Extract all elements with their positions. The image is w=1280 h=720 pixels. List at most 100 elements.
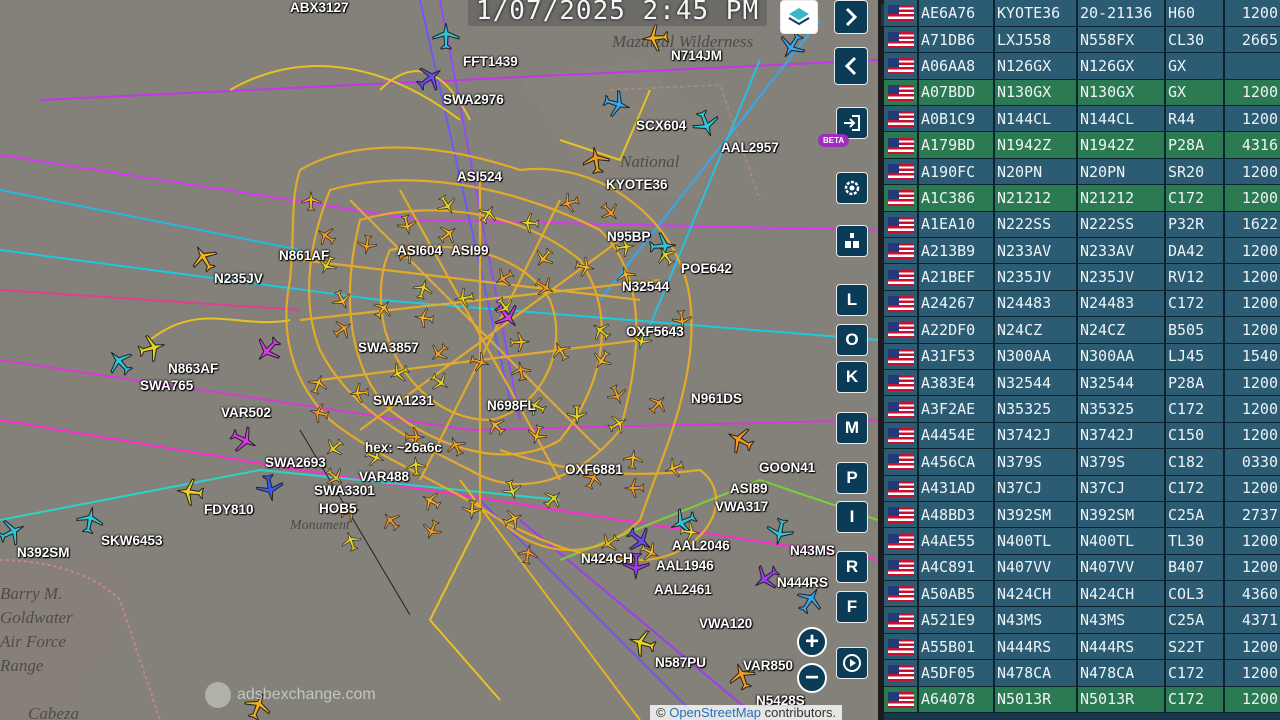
aircraft-label[interactable]: KYOTE36 (606, 177, 668, 192)
toggle-m-button[interactable]: M (836, 412, 868, 444)
aircraft-label[interactable]: SWA2693 (265, 455, 326, 470)
aircraft-label[interactable]: SWA3857 (358, 340, 419, 355)
settings-button[interactable] (836, 172, 868, 204)
aircraft-label[interactable]: ASI604 (397, 243, 442, 258)
aircraft-label[interactable]: SWA2976 (443, 92, 504, 107)
aircraft-marker[interactable] (394, 212, 420, 238)
aircraft-label[interactable]: ABX3127 (290, 0, 349, 15)
aircraft-row[interactable]: A64078 N5013R N5013R C172 1200 (884, 686, 1280, 714)
aircraft-label[interactable]: AAL2461 (654, 582, 712, 597)
aircraft-row[interactable]: A0B1C9 N144CL N144CL R44 1200 (884, 105, 1280, 133)
aircraft-marker[interactable] (355, 233, 380, 258)
aircraft-row[interactable]: A190FC N20PN N20PN SR20 1200 (884, 158, 1280, 186)
aircraft-row[interactable]: A456CA N379S N379S C182 0330 (884, 448, 1280, 476)
aircraft-label[interactable]: N961DS (691, 391, 742, 406)
aircraft-marker[interactable] (253, 471, 288, 506)
aircraft-label[interactable]: VAR488 (359, 469, 409, 484)
aircraft-marker[interactable] (347, 381, 371, 405)
aircraft-label[interactable]: N861AF (279, 248, 329, 263)
aircraft-row[interactable]: A431AD N37CJ N37CJ C172 1200 (884, 475, 1280, 502)
aircraft-row[interactable]: A71DB6 LXJ558 N558FX CL30 2665 (884, 26, 1280, 54)
aircraft-label[interactable]: SWA765 (140, 378, 193, 393)
toggle-k-button[interactable]: K (836, 361, 868, 393)
aircraft-label[interactable]: ASI89 (730, 481, 768, 496)
filter-button[interactable] (836, 225, 868, 257)
aircraft-row[interactable]: A1EA10 N222SS N222SS P32R 1622 (884, 211, 1280, 239)
toggle-f-button[interactable]: F (836, 591, 868, 623)
aircraft-label[interactable]: AAL2957 (721, 140, 779, 155)
map-view[interactable]: Mazatzal Wilderness National Barry M. Go… (0, 0, 878, 720)
aircraft-marker[interactable] (508, 330, 531, 353)
aircraft-label[interactable]: hex: ~26a6c (365, 440, 442, 455)
replay-button[interactable] (836, 647, 868, 679)
aircraft-marker[interactable] (300, 190, 322, 212)
aircraft-row[interactable]: A24267 N24483 N24483 C172 1200 (884, 290, 1280, 318)
aircraft-label[interactable]: VWA120 (699, 616, 752, 631)
toggle-l-button[interactable]: L (836, 284, 868, 316)
collapse-button[interactable] (834, 47, 868, 85)
aircraft-label[interactable]: OXF6881 (565, 462, 623, 477)
aircraft-row[interactable]: A383E4 N32544 N32544 P28A 1200 (884, 369, 1280, 397)
aircraft-marker[interactable] (572, 254, 598, 280)
aircraft-row[interactable]: A1C386 N21212 N21212 C172 1200 (884, 184, 1280, 212)
aircraft-label[interactable]: N32544 (622, 279, 669, 294)
aircraft-row[interactable]: A22DF0 N24CZ N24CZ B505 1200 (884, 316, 1280, 344)
aircraft-marker[interactable] (639, 22, 672, 55)
aircraft-marker[interactable] (517, 211, 540, 234)
zoom-in-button[interactable]: + (797, 627, 827, 657)
aircraft-label[interactable]: HOB5 (319, 501, 357, 516)
toggle-i-button[interactable]: I (836, 501, 868, 533)
aircraft-label[interactable]: FFT1439 (463, 54, 518, 69)
aircraft-row[interactable]: A5DF05 N478CA N478CA C172 1200 (884, 659, 1280, 687)
aircraft-label[interactable]: FDY810 (204, 502, 254, 517)
next-button[interactable] (834, 0, 868, 34)
toggle-p-button[interactable]: P (836, 462, 868, 494)
aircraft-row[interactable]: A4C891 N407VV N407VV B407 1200 (884, 554, 1280, 582)
aircraft-label[interactable]: ASI524 (457, 169, 502, 184)
aircraft-label[interactable]: N43MS (790, 543, 835, 558)
aircraft-label[interactable]: VWA317 (715, 499, 768, 514)
aircraft-label[interactable]: N863AF (168, 361, 218, 376)
aircraft-row[interactable]: A4454E N3742J N3742J C150 1200 (884, 422, 1280, 450)
aircraft-marker[interactable] (515, 541, 541, 567)
aircraft-marker[interactable] (451, 285, 477, 311)
aircraft-marker[interactable] (566, 404, 589, 427)
aircraft-label[interactable]: N444RS (777, 575, 828, 590)
toggle-r-button[interactable]: R (836, 551, 868, 583)
aircraft-label[interactable]: N95BP (607, 229, 651, 244)
aircraft-row[interactable]: A179BD N1942Z N1942Z P28A 4316 (884, 131, 1280, 159)
aircraft-label[interactable]: GOON41 (759, 460, 815, 475)
aircraft-marker[interactable] (623, 477, 645, 499)
aircraft-row[interactable]: A48BD3 N392SM N392SM C25A 2737 (884, 501, 1280, 529)
aircraft-label[interactable]: AAL2046 (672, 538, 730, 553)
aircraft-row[interactable]: A55B01 N444RS N444RS S22T 1200 (884, 633, 1280, 661)
aircraft-marker[interactable] (508, 358, 533, 383)
toggle-o-button[interactable]: O (836, 324, 868, 356)
aircraft-label[interactable]: SCX604 (636, 118, 686, 133)
zoom-out-button[interactable]: − (797, 663, 827, 693)
aircraft-label[interactable]: SKW6453 (101, 533, 163, 548)
aircraft-label[interactable]: ASI99 (451, 243, 489, 258)
aircraft-label[interactable]: VAR502 (221, 405, 271, 420)
aircraft-row[interactable]: A21BEF N235JV N235JV RV12 1200 (884, 263, 1280, 291)
aircraft-label[interactable]: POE642 (681, 261, 732, 276)
aircraft-label[interactable]: N714JM (671, 48, 722, 63)
aircraft-marker[interactable] (431, 21, 461, 51)
aircraft-label[interactable]: OXF5643 (626, 324, 684, 339)
aircraft-marker[interactable] (621, 447, 645, 471)
aircraft-label[interactable]: SWA3301 (314, 483, 375, 498)
aircraft-row[interactable]: A07BDD N130GX N130GX GX 1200 (884, 79, 1280, 107)
aircraft-label[interactable]: N587PU (655, 655, 706, 670)
aircraft-marker[interactable] (460, 498, 483, 521)
aircraft-row[interactable]: AE6A76 KYOTE36 20-21136 H60 1200 (884, 0, 1280, 27)
openstreetmap-link[interactable]: OpenStreetMap (669, 705, 761, 720)
aircraft-marker[interactable] (579, 143, 613, 177)
aircraft-row[interactable]: A31F53 N300AA N300AA LJ45 1540 (884, 343, 1280, 370)
aircraft-label[interactable]: N235JV (214, 271, 263, 286)
aircraft-row[interactable]: A4AE55 N400TL N400TL TL30 1200 (884, 527, 1280, 555)
aircraft-label[interactable]: N698FL (487, 398, 536, 413)
aircraft-label[interactable]: VAR850 (743, 658, 793, 673)
aircraft-label[interactable]: SWA1231 (373, 393, 434, 408)
aircraft-label[interactable]: N392SM (17, 545, 70, 560)
aircraft-row[interactable]: A213B9 N233AV N233AV DA42 1200 (884, 237, 1280, 265)
